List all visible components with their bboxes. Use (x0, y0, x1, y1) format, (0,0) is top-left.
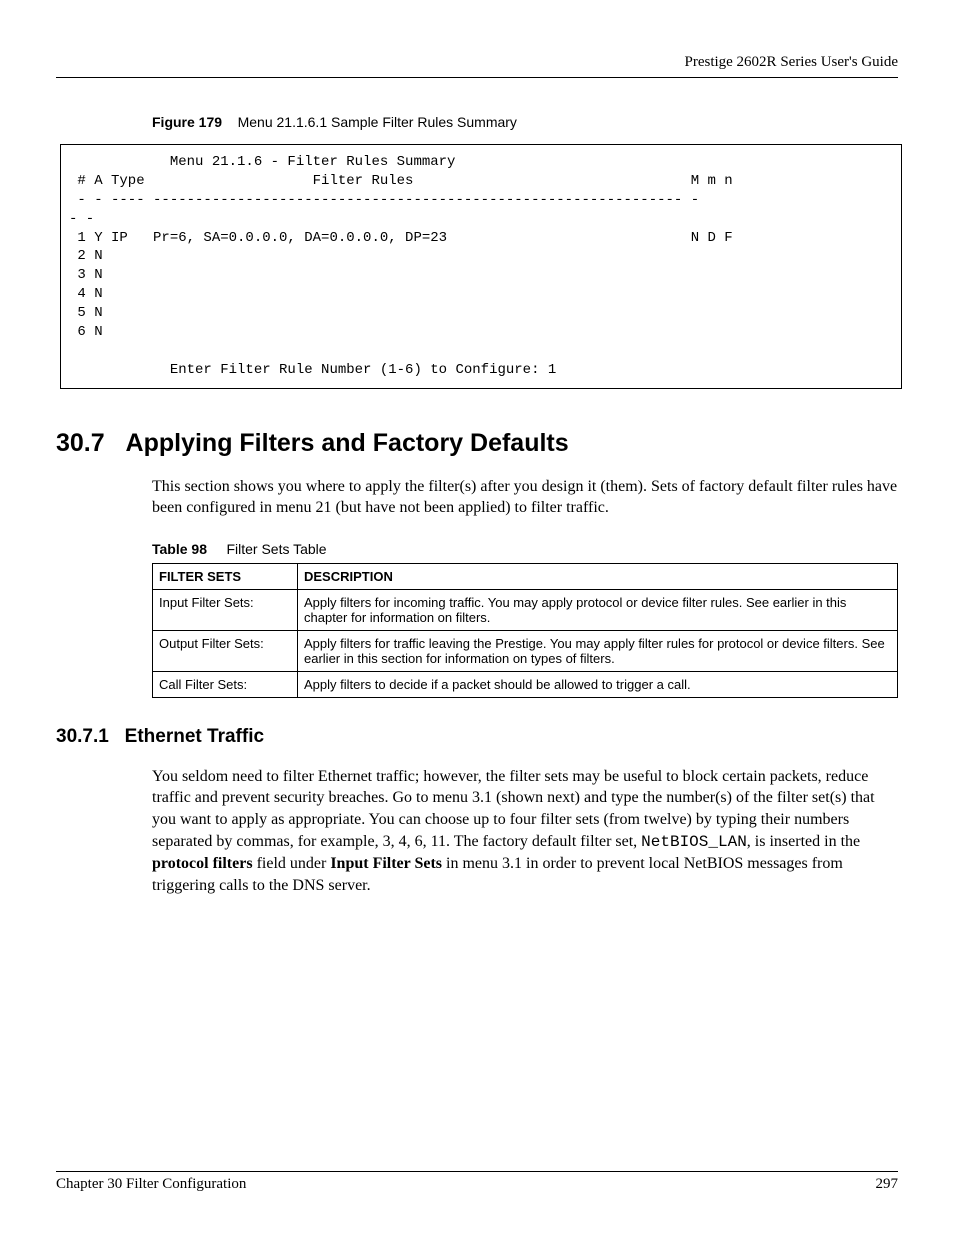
table-row: Output Filter Sets: Apply filters for tr… (153, 630, 898, 671)
table-row: Call Filter Sets: Apply filters to decid… (153, 671, 898, 697)
bold-text: Input Filter Sets (330, 855, 442, 872)
subsection-title: Ethernet Traffic (125, 726, 264, 747)
code-inline: NetBIOS_LAN (641, 833, 747, 851)
section-title: Applying Filters and Factory Defaults (126, 429, 569, 457)
section-heading-30-7-1: 30.7.1 Ethernet Traffic (56, 726, 898, 748)
table-header-filter-sets: FILTER SETS (153, 563, 298, 589)
cell-filter-set-name: Input Filter Sets: (153, 589, 298, 630)
filter-sets-table: FILTER SETS DESCRIPTION Input Filter Set… (152, 563, 898, 698)
figure-label: Figure 179 (152, 114, 222, 130)
running-header: Prestige 2602R Series User's Guide (56, 54, 898, 71)
terminal-screen: Menu 21.1.6 - Filter Rules Summary # A T… (60, 144, 902, 389)
section-heading-30-7: 30.7 Applying Filters and Factory Defaul… (56, 429, 898, 458)
table-title: Filter Sets Table (226, 541, 326, 557)
section-30-7-1-body: You seldom need to filter Ethernet traff… (152, 766, 898, 897)
body-text: , is inserted in the (747, 833, 860, 850)
footer-chapter: Chapter 30 Filter Configuration (56, 1176, 246, 1193)
figure-caption: Figure 179 Menu 21.1.6.1 Sample Filter R… (152, 114, 898, 130)
table-header-row: FILTER SETS DESCRIPTION (153, 563, 898, 589)
section-30-7-body: This section shows you where to apply th… (152, 476, 898, 519)
subsection-number: 30.7.1 (56, 726, 109, 747)
body-text: field under (253, 855, 331, 872)
table-caption: Table 98 Filter Sets Table (152, 541, 898, 557)
cell-filter-set-name: Output Filter Sets: (153, 630, 298, 671)
section-number: 30.7 (56, 429, 105, 457)
table-header-description: DESCRIPTION (298, 563, 898, 589)
cell-filter-set-name: Call Filter Sets: (153, 671, 298, 697)
footer-rule (56, 1171, 898, 1172)
footer-page-number: 297 (876, 1176, 899, 1193)
table-row: Input Filter Sets: Apply filters for inc… (153, 589, 898, 630)
terminal-text: Menu 21.1.6 - Filter Rules Summary # A T… (69, 153, 899, 380)
cell-filter-set-desc: Apply filters for traffic leaving the Pr… (298, 630, 898, 671)
cell-filter-set-desc: Apply filters to decide if a packet shou… (298, 671, 898, 697)
figure-title: Menu 21.1.6.1 Sample Filter Rules Summar… (238, 114, 517, 130)
table-label: Table 98 (152, 541, 207, 557)
bold-text: protocol filters (152, 855, 253, 872)
header-rule (56, 77, 898, 78)
cell-filter-set-desc: Apply filters for incoming traffic. You … (298, 589, 898, 630)
page-footer: Chapter 30 Filter Configuration 297 (56, 1171, 898, 1193)
